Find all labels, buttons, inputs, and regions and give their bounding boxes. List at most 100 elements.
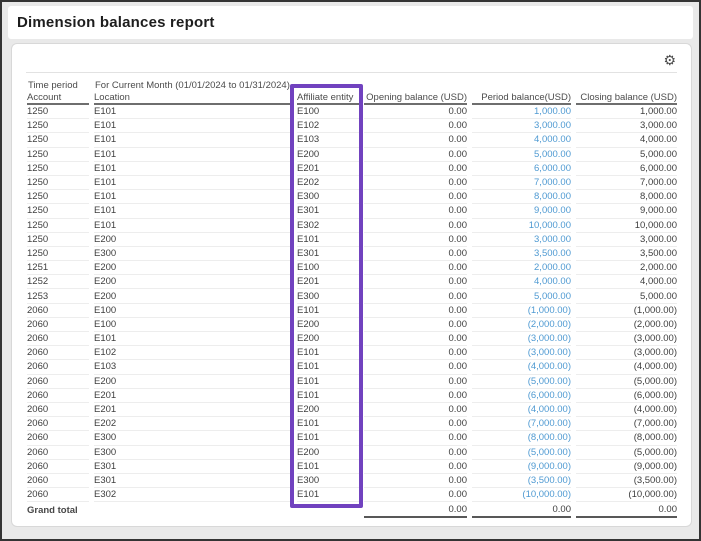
period-balance-link[interactable]: (5,000.00): [472, 375, 571, 389]
closing-balance-cell: 1,000.00: [576, 105, 677, 119]
affiliate-entity-cell: E200: [297, 403, 359, 417]
period-balance-link[interactable]: (5,000.00): [472, 446, 571, 460]
period-balance-link[interactable]: 3,500.00: [472, 247, 571, 261]
period-balance-link[interactable]: 3,000.00: [472, 119, 571, 133]
account-cell: 1250: [27, 148, 89, 162]
opening-balance-cell: 0.00: [364, 105, 467, 119]
affiliate-entity-cell: E300: [297, 474, 359, 488]
closing-balance-cell: (9,000.00): [576, 460, 677, 474]
affiliate-entity-cell: E200: [297, 446, 359, 460]
location-cell: E100: [94, 318, 292, 332]
period-balance-link[interactable]: (4,000.00): [472, 360, 571, 374]
period-balance-link[interactable]: (3,000.00): [472, 346, 571, 360]
account-cell: 2060: [27, 474, 89, 488]
period-balance-link[interactable]: 4,000.00: [472, 133, 571, 147]
account-cell: 2060: [27, 431, 89, 445]
table-row: 2060E100E1010.00(1,000.00)(1,000.00): [27, 304, 677, 318]
period-balance-link[interactable]: (9,000.00): [472, 460, 571, 474]
balances-table: Time period For Current Month (01/01/202…: [22, 78, 682, 518]
period-balance-link[interactable]: (3,500.00): [472, 474, 571, 488]
location-cell: E301: [94, 460, 292, 474]
grand-total-row: Grand total 0.00 0.00 0.00: [27, 502, 677, 518]
title-bar: Dimension balances report: [8, 6, 693, 39]
opening-balance-cell: 0.00: [364, 148, 467, 162]
location-cell: E100: [94, 304, 292, 318]
period-balance-link[interactable]: (1,000.00): [472, 304, 571, 318]
table-row: 1250E101E2000.005,000.005,000.00: [27, 148, 677, 162]
period-balance-link[interactable]: 5,000.00: [472, 148, 571, 162]
period-balance-link[interactable]: 4,000.00: [472, 275, 571, 289]
affiliate-entity-cell: E101: [297, 417, 359, 431]
period-balance-link[interactable]: 10,000.00: [472, 219, 571, 233]
affiliate-entity-cell: E101: [297, 375, 359, 389]
account-cell: 1250: [27, 119, 89, 133]
location-cell: E101: [94, 332, 292, 346]
table-row: 1250E101E1000.001,000.001,000.00: [27, 105, 677, 119]
account-cell: 1250: [27, 190, 89, 204]
closing-balance-cell: (5,000.00): [576, 375, 677, 389]
closing-balance-cell: 5,000.00: [576, 289, 677, 303]
grand-total-opening: 0.00: [364, 502, 467, 518]
affiliate-entity-cell: E301: [297, 204, 359, 218]
opening-balance-cell: 0.00: [364, 346, 467, 360]
affiliate-entity-cell: E101: [297, 488, 359, 502]
period-balance-link[interactable]: (8,000.00): [472, 431, 571, 445]
affiliate-entity-cell: E200: [297, 332, 359, 346]
opening-balance-cell: 0.00: [364, 389, 467, 403]
period-balance-link[interactable]: 8,000.00: [472, 190, 571, 204]
affiliate-entity-cell: E200: [297, 318, 359, 332]
period-balance-link[interactable]: 2,000.00: [472, 261, 571, 275]
period-balance-link[interactable]: 1,000.00: [472, 105, 571, 119]
affiliate-entity-cell: E100: [297, 105, 359, 119]
column-header-location: Location: [94, 92, 292, 105]
location-cell: E200: [94, 233, 292, 247]
table-row: 2060E103E1010.00(4,000.00)(4,000.00): [27, 360, 677, 374]
location-cell: E200: [94, 375, 292, 389]
table-row: 2060E300E2000.00(5,000.00)(5,000.00): [27, 446, 677, 460]
opening-balance-cell: 0.00: [364, 417, 467, 431]
period-balance-link[interactable]: 7,000.00: [472, 176, 571, 190]
period-balance-link[interactable]: (6,000.00): [472, 389, 571, 403]
table-row: 1253E200E3000.005,000.005,000.00: [27, 289, 677, 303]
period-balance-link[interactable]: 3,000.00: [472, 233, 571, 247]
location-cell: E301: [94, 474, 292, 488]
affiliate-entity-cell: E101: [297, 360, 359, 374]
account-cell: 1250: [27, 176, 89, 190]
closing-balance-cell: (5,000.00): [576, 446, 677, 460]
account-cell: 2060: [27, 460, 89, 474]
time-period-label: Time period: [27, 78, 89, 92]
period-balance-link[interactable]: 5,000.00: [472, 289, 571, 303]
table-row: 2060E201E1010.00(6,000.00)(6,000.00): [27, 389, 677, 403]
location-cell: E200: [94, 275, 292, 289]
opening-balance-cell: 0.00: [364, 488, 467, 502]
table-row: 1250E101E2010.006,000.006,000.00: [27, 162, 677, 176]
period-balance-link[interactable]: (2,000.00): [472, 318, 571, 332]
period-balance-link[interactable]: (10,000.00): [472, 488, 571, 502]
period-balance-link[interactable]: 6,000.00: [472, 162, 571, 176]
opening-balance-cell: 0.00: [364, 261, 467, 275]
affiliate-entity-cell: E200: [297, 148, 359, 162]
affiliate-entity-cell: E101: [297, 389, 359, 403]
table-row: 1250E300E3010.003,500.003,500.00: [27, 247, 677, 261]
table-row: 1250E101E3020.0010,000.0010,000.00: [27, 219, 677, 233]
column-header-period-balance-usd: Period balance(USD): [472, 92, 571, 105]
opening-balance-cell: 0.00: [364, 219, 467, 233]
account-cell: 2060: [27, 446, 89, 460]
affiliate-entity-cell: E100: [297, 261, 359, 275]
closing-balance-cell: (3,500.00): [576, 474, 677, 488]
period-balance-link[interactable]: 9,000.00: [472, 204, 571, 218]
grand-total-period: 0.00: [472, 502, 571, 518]
period-balance-link[interactable]: (4,000.00): [472, 403, 571, 417]
location-cell: E101: [94, 190, 292, 204]
opening-balance-cell: 0.00: [364, 460, 467, 474]
account-cell: 2060: [27, 360, 89, 374]
period-balance-link[interactable]: (3,000.00): [472, 332, 571, 346]
settings-gear-icon[interactable]: ⚙: [663, 53, 676, 67]
affiliate-entity-cell: E101: [297, 304, 359, 318]
period-balance-link[interactable]: (7,000.00): [472, 417, 571, 431]
report-card: ⚙ Time period For Current Month (01/01/2…: [11, 43, 692, 527]
closing-balance-cell: 4,000.00: [576, 133, 677, 147]
affiliate-entity-cell: E300: [297, 190, 359, 204]
opening-balance-cell: 0.00: [364, 176, 467, 190]
account-cell: 2060: [27, 389, 89, 403]
